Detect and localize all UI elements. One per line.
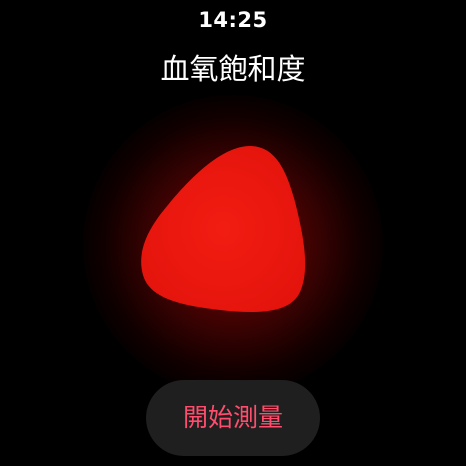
start-measurement-button[interactable]: 開始測量 bbox=[146, 380, 320, 456]
blob-shape bbox=[141, 146, 306, 313]
watch-screen: 14:25 血氧飽和度 開始測量 bbox=[0, 0, 466, 466]
